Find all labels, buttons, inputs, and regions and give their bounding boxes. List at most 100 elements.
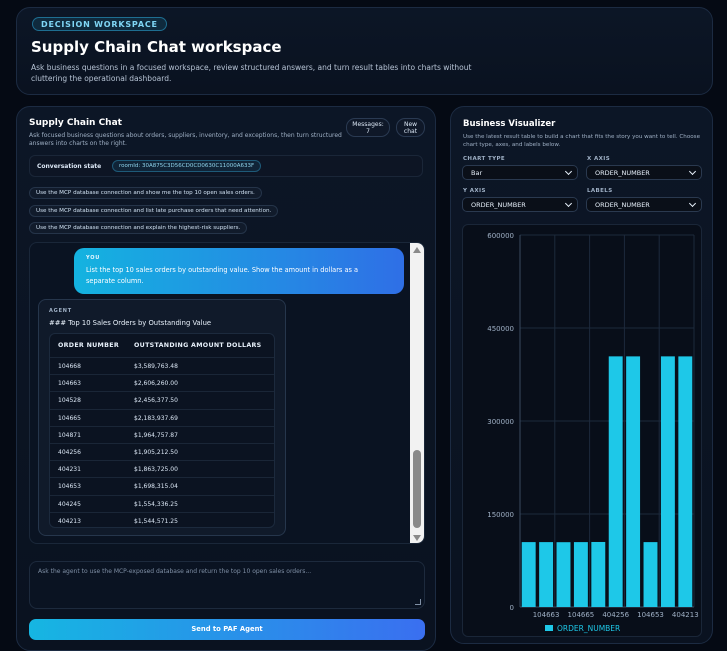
conversation-state-label: Conversation state [37,163,102,170]
visualizer-panel: Business Visualizer Use the latest resul… [450,106,713,644]
column-header-outstanding-amount: OUTSTANDING AMOUNT DOLLARS [134,342,262,349]
outstanding-amount-cell: $1,863,725.00 [134,466,178,474]
suggestion-chip[interactable]: Use the MCP database connection and expl… [29,222,248,234]
messages-count: 7 [366,128,370,135]
conversation-state-bar: Conversation state roomId: 30A875C3D56CD… [29,155,423,177]
scroll-down-arrow-icon[interactable] [413,535,421,541]
chevron-down-icon [564,199,573,208]
agent-message-bubble: AGENT ### Top 10 Sales Orders by Outstan… [38,299,286,536]
x-axis-value: ORDER_NUMBER [595,169,650,177]
new-chat-button[interactable]: New chat [396,118,425,137]
x-tick-label: 104653 [637,611,664,619]
decision-workspace-badge: DECISION WORKSPACE [32,17,167,31]
page-title: Supply Chain Chat workspace [31,38,282,56]
message-list[interactable]: YOU List the top 10 sales orders by outs… [29,242,425,544]
order-number-cell: 404231 [58,466,81,474]
order-number-cell: 104665 [58,414,81,422]
chart-type-label: CHART TYPE [463,156,506,162]
new-chat-label-line1: New [403,121,418,128]
chart-bar[interactable] [643,542,658,607]
outstanding-amount-cell: $2,606,260.00 [134,380,178,388]
table-row: 404245 $1,554,336.25 [50,494,274,513]
table-row: 104871 $1,964,757.87 [50,425,274,444]
user-message-text: List the top 10 sales orders by outstand… [86,266,359,285]
outstanding-amount-cell: $2,456,377.50 [134,397,178,405]
chart-type-value: Bar [471,169,483,177]
suggestion-chip[interactable]: Use the MCP database connection and list… [29,205,279,217]
chart-bar[interactable] [608,356,623,607]
chart-bar[interactable] [556,542,571,607]
chevron-down-icon [688,199,697,208]
bar-chart: 0 150000 300000 450000 600000 104663 104665 404… [487,232,698,633]
order-number-cell: 404213 [58,517,81,525]
scroll-up-arrow-icon[interactable] [413,247,421,253]
chart-bar[interactable] [539,542,554,607]
new-chat-label-line2: chat [403,128,418,135]
order-number-cell: 104528 [58,397,81,405]
order-number-cell: 104653 [58,483,81,491]
table-row: 104668 $3,589,763.48 [50,357,274,375]
message-scrollbar[interactable] [410,243,424,543]
legend-label: ORDER_NUMBER [557,624,620,633]
chat-panel: Supply Chain Chat Ask focused business q… [16,106,436,651]
chat-title: Supply Chain Chat [29,118,122,128]
chevron-down-icon [688,167,697,176]
workspace-header: DECISION WORKSPACE Supply Chain Chat wor… [16,7,713,95]
chart-type-select[interactable]: Bar [462,165,578,180]
y-tick-label: 150000 [487,511,514,519]
table-row: 404213 $1,544,571.25 [50,511,274,527]
y-tick-label: 600000 [487,232,514,240]
messages-label: Messages: [352,121,384,128]
table-row: 404231 $1,863,725.00 [50,460,274,478]
resize-handle-icon[interactable] [415,599,421,605]
outstanding-amount-cell: $1,905,212.50 [134,449,178,456]
visualizer-description: Use the latest result table to build a c… [463,134,701,148]
chart-bar[interactable] [573,542,588,607]
chart-bar[interactable] [521,542,536,607]
labels-select[interactable]: ORDER_NUMBER [586,197,702,212]
chart-bar[interactable] [626,356,641,607]
user-message-bubble: YOU List the top 10 sales orders by outs… [74,248,404,294]
y-axis-label: Y AXIS [463,188,486,194]
page-subtitle: Ask business questions in a focused work… [31,63,472,83]
result-table: ORDER NUMBER OUTSTANDING AMOUNT DOLLARS … [49,333,275,528]
composer-placeholder: Ask the agent to use the MCP-exposed dat… [38,568,312,575]
y-tick-label: 0 [510,604,514,612]
agent-role-label: AGENT [49,308,72,314]
chart-bar[interactable] [591,541,606,607]
user-role-label: YOU [86,255,101,261]
table-row: 104665 $2,183,937.69 [50,408,274,427]
messages-count-badge: Messages: 7 [346,118,390,137]
send-to-agent-button[interactable]: Send to PAF Agent [29,619,425,640]
x-axis-select[interactable]: ORDER_NUMBER [586,165,702,180]
chart-container: 0 150000 300000 450000 600000 104663 104665 404… [462,224,702,637]
table-row: 104528 $2,456,377.50 [50,391,274,409]
visualizer-title: Business Visualizer [463,119,556,129]
order-number-cell: 404256 [58,449,81,456]
column-header-order-number: ORDER NUMBER [58,342,119,349]
chat-description: Ask focused business questions about ord… [29,132,342,147]
outstanding-amount-cell: $2,183,937.69 [134,414,178,422]
x-axis-label: X AXIS [587,156,611,162]
y-axis-value: ORDER_NUMBER [471,201,526,209]
chart-bar[interactable] [678,356,693,607]
x-tick-label: 104663 [533,611,560,619]
chevron-down-icon [564,167,573,176]
y-axis-select[interactable]: ORDER_NUMBER [462,197,578,212]
outstanding-amount-cell: $1,544,571.25 [134,517,178,525]
chart-bar[interactable] [660,356,675,607]
y-tick-label: 450000 [487,325,514,333]
suggestion-chip[interactable]: Use the MCP database connection and show… [29,187,262,199]
message-composer[interactable]: Ask the agent to use the MCP-exposed dat… [29,561,425,609]
order-number-cell: 404245 [58,500,81,508]
scrollbar-thumb[interactable] [413,450,421,528]
agent-message-heading: ### Top 10 Sales Orders by Outstanding V… [49,319,212,327]
x-tick-label: 104665 [568,611,595,619]
legend-swatch [545,625,553,631]
outstanding-amount-cell: $3,589,763.48 [134,363,178,370]
order-number-cell: 104668 [58,363,81,370]
conversation-id-badge: roomId: 30A875C3D56CD0CD0630C11000A633F [112,160,262,172]
order-number-cell: 104663 [58,380,81,388]
y-tick-label: 300000 [487,418,514,426]
outstanding-amount-cell: $1,964,757.87 [134,431,178,439]
